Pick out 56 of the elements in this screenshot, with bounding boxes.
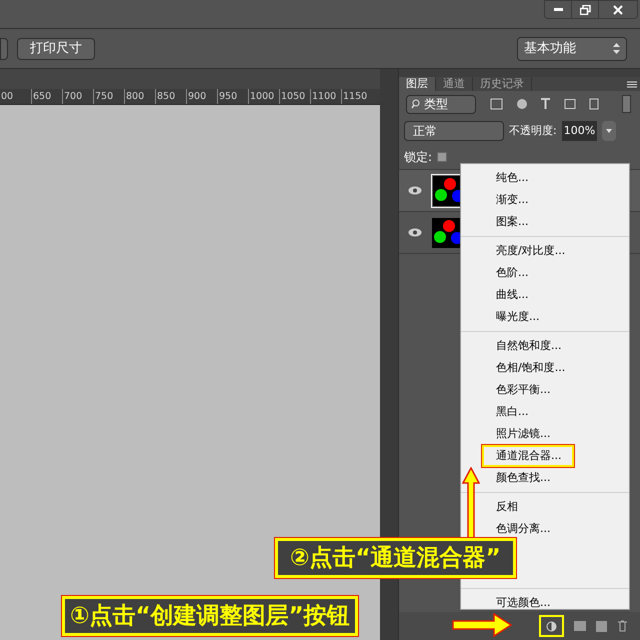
menu-item[interactable]: 自然饱和度... xyxy=(482,335,574,357)
menu-item[interactable]: 曲线... xyxy=(482,284,574,306)
updown-icon xyxy=(613,43,620,54)
eye-icon[interactable] xyxy=(408,228,422,237)
menu-item[interactable]: 照片滤镜... xyxy=(482,423,574,445)
ruler-label: 800 xyxy=(124,89,155,104)
ruler-label: 750 xyxy=(93,89,124,104)
ruler-label: 1100 xyxy=(310,89,341,104)
opacity-label: 不透明度: xyxy=(509,122,557,139)
panel-tab[interactable]: 图层 xyxy=(399,77,436,91)
menu-item[interactable]: 色彩平衡... xyxy=(482,379,574,401)
menu-item[interactable]: 亮度/对比度... xyxy=(482,240,574,262)
blend-mode-select[interactable]: 正常 xyxy=(404,121,504,141)
eye-icon[interactable] xyxy=(408,186,422,195)
menu-item[interactable]: 色相/饱和度... xyxy=(482,357,574,379)
ruler-label: 850 xyxy=(155,89,186,104)
menu-item[interactable]: 渐变... xyxy=(482,189,574,211)
menu-item[interactable]: 色阶... xyxy=(482,262,574,284)
print-size-button[interactable]: 打印尺寸 xyxy=(17,38,95,60)
menu-item[interactable]: 黑白... xyxy=(482,401,574,423)
callout-label: ②点击“通道混合器” xyxy=(275,538,516,578)
ruler-label: 00 xyxy=(0,90,14,104)
filter-select[interactable]: 类型 xyxy=(406,94,476,114)
lock-label: 锁定: xyxy=(404,149,432,166)
layer-thumbnail xyxy=(433,176,463,206)
restore-icon xyxy=(580,4,590,14)
menu-item[interactable]: 曝光度... xyxy=(482,306,574,328)
close-icon xyxy=(613,4,623,14)
ruler-label: 1150 xyxy=(341,89,372,104)
layer-thumbnail xyxy=(432,218,462,248)
opacity-field[interactable]: 100% xyxy=(562,121,598,141)
ruler-label: 1050 xyxy=(279,89,310,104)
dropdown-button[interactable] xyxy=(602,121,616,141)
ruler-label: 900 xyxy=(186,89,217,104)
menu-item[interactable]: 可选颜色... xyxy=(482,592,574,614)
lock-transparency-icon[interactable] xyxy=(437,152,448,162)
menu-item[interactable]: 颜色查找... xyxy=(482,467,574,489)
callout-label: ①点击“创建调整图层”按钮 xyxy=(62,596,358,636)
right-arrow xyxy=(452,613,512,637)
menu-item[interactable]: 通道混合器... xyxy=(482,445,574,467)
menu-item[interactable]: 纯色... xyxy=(482,167,574,189)
scroll-thumb[interactable] xyxy=(622,95,631,113)
ruler-label: 1000 xyxy=(248,89,279,104)
menu-item[interactable]: 色调分离... xyxy=(482,518,574,540)
trash-icon[interactable] xyxy=(617,620,628,632)
menu-item[interactable]: 反相 xyxy=(482,496,574,518)
ruler-label: 650 xyxy=(31,89,62,104)
panel-menu-icon[interactable] xyxy=(627,81,637,88)
ruler-label: 700 xyxy=(62,89,93,104)
search-icon xyxy=(411,99,420,109)
adjustment-layer-button[interactable] xyxy=(539,615,564,637)
workspace-select[interactable]: 基本功能 xyxy=(517,36,627,60)
caret-icon xyxy=(606,129,612,133)
menu-item[interactable]: 图案... xyxy=(482,211,574,233)
ruler-label: 950 xyxy=(217,89,248,104)
half-circle-icon xyxy=(546,620,557,632)
